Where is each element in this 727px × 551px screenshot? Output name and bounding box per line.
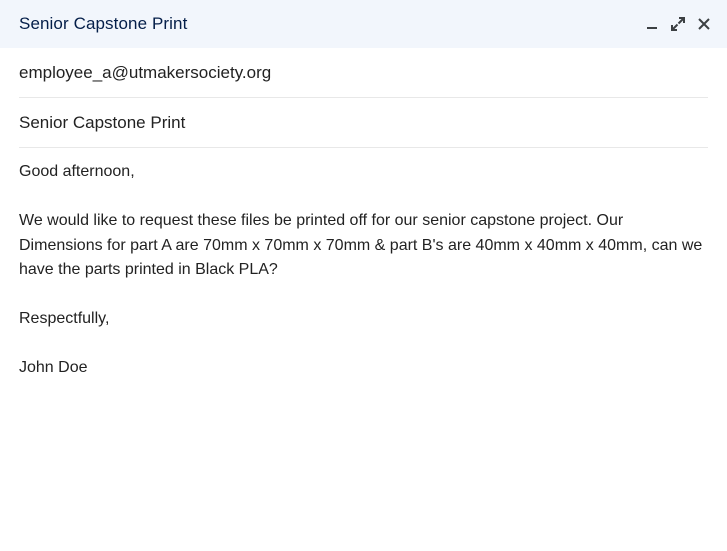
body-greeting: Good afternoon, (19, 163, 135, 180)
close-icon[interactable] (695, 15, 713, 33)
compose-title: Senior Capstone Print (19, 14, 188, 33)
message-body[interactable]: Good afternoon, We would like to request… (19, 160, 708, 381)
recipient-value[interactable]: employee_a@utmakersociety.org (19, 63, 271, 83)
body-closing: Respectfully, (19, 310, 110, 327)
body-paragraph: We would like to request these files be … (19, 212, 703, 278)
subject-field[interactable]: Senior Capstone Print (19, 98, 708, 148)
minimize-icon[interactable] (643, 15, 661, 33)
compose-header[interactable]: Senior Capstone Print (0, 0, 727, 48)
header-actions (643, 15, 713, 33)
recipient-field[interactable]: employee_a@utmakersociety.org (19, 48, 708, 98)
body-signature: John Doe (19, 359, 88, 376)
expand-icon[interactable] (669, 15, 687, 33)
compose-window: Senior Capstone Print employee_a@utmaker… (0, 0, 727, 551)
subject-value[interactable]: Senior Capstone Print (19, 113, 185, 133)
